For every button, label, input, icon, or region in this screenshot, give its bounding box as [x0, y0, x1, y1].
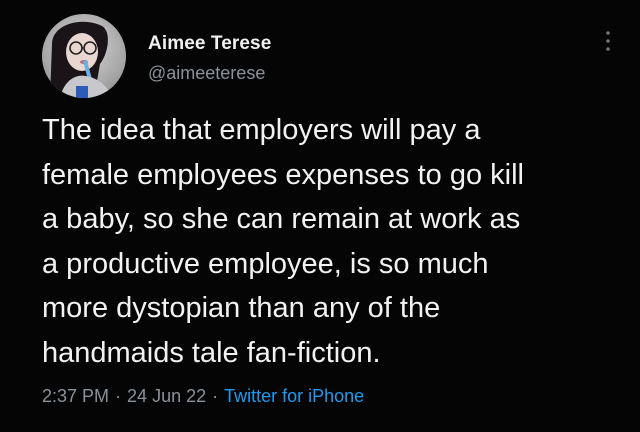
meta-separator: · [212, 386, 219, 406]
avatar[interactable] [42, 14, 126, 98]
tweet-text: The idea that employers will pay a femal… [42, 108, 632, 375]
tweet-text-line: handmaids tale fan-fiction. [42, 336, 381, 369]
meta-separator: · [115, 386, 122, 406]
author-name[interactable]: Aimee Terese [148, 33, 271, 55]
tweet-text-line: The idea that employers will pay a [42, 114, 481, 146]
avatar-image [42, 14, 126, 98]
author-handle[interactable]: @aimeeterese [148, 63, 265, 84]
tweet-time[interactable]: 2:37 PM [42, 386, 109, 406]
tweet-card: Aimee Terese @aimeeterese The idea that … [0, 0, 640, 432]
tweet-text-line: more dystopian than any of the [42, 292, 441, 324]
tweet-date[interactable]: 24 Jun 22 [127, 386, 206, 406]
tweet-text-line: a productive employee, is so much [42, 247, 489, 280]
tweet-text-line: female employees expenses to go kill [42, 158, 524, 191]
tweet-meta: 2:37 PM · 24 Jun 22 · Twitter for iPhone [42, 386, 364, 407]
tweet-source-link[interactable]: Twitter for iPhone [224, 386, 364, 406]
tweet-text-line: a baby, so she can remain at work as [42, 203, 521, 235]
more-vertical-icon[interactable] [600, 28, 616, 54]
